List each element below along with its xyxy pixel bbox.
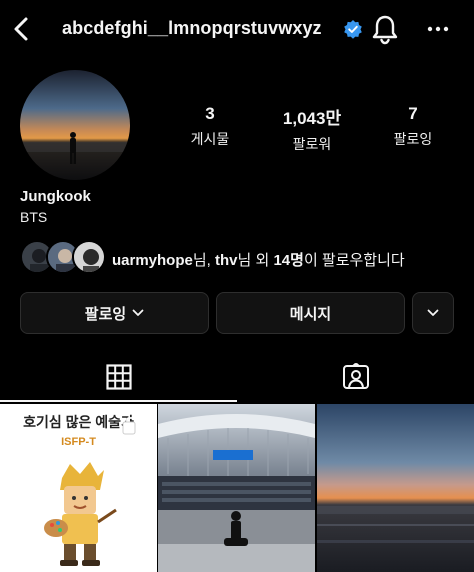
artist-character-illustration [44,462,117,566]
multi-photo-icon [122,417,140,435]
stat-posts[interactable]: 3 게시물 [162,104,258,149]
suggested-users-button[interactable] [412,292,454,334]
mutual-followers-avatars[interactable] [20,240,110,276]
followed-by-suffix: 이 팔로우합니다 [303,252,405,269]
verified-badge-icon [344,20,362,39]
followed-by-text[interactable]: uarmyhope님, thv님 외 14명이 팔로우합니다 [112,249,405,270]
stat-posts-count: 3 [205,104,215,123]
tab-grid[interactable] [0,352,237,402]
post-grid: 호기심 많은 예술가 ISFP-T [0,404,474,572]
stat-followers-count: 1,043만 [282,109,342,128]
stat-followers-label: 팔로워 [292,136,332,152]
back-arrow-icon[interactable] [8,14,34,44]
followed-by-separator: 님, [192,252,215,269]
more-options-icon[interactable] [424,17,452,41]
grid-icon [105,364,132,390]
stat-following[interactable]: 7 팔로잉 [365,104,461,149]
chevron-down-icon [427,309,439,316]
message-button[interactable]: 메시지 [216,292,405,334]
followed-by-separator: 님 외 [237,252,274,269]
profile-tabs [0,352,474,402]
post-thumbnail[interactable] [317,404,474,572]
profile-avatar[interactable] [20,70,130,180]
mutual-avatar [72,240,106,274]
post-subtitle-text: ISFP-T [61,436,96,448]
top-bar: abcdefghi__lmnopqrstuvwxyz [0,0,474,58]
profile-name: Jungkook [20,188,91,205]
mutual-user-link[interactable]: uarmyhope [112,252,193,269]
mutual-user-link[interactable]: thv [215,252,238,269]
tab-tagged[interactable] [237,352,474,402]
tagged-icon [342,363,369,389]
post-thumbnail[interactable] [158,404,315,572]
sunset-beach-photo [317,404,474,572]
following-button[interactable]: 팔로잉 [20,292,209,334]
following-button-label: 팔로잉 [84,305,127,323]
profile-bio: BTS [20,209,48,225]
active-tab-indicator [0,400,237,402]
stat-followers[interactable]: 1,043만 팔로워 [264,104,360,154]
post-thumbnail[interactable]: 호기심 많은 예술가 ISFP-T [0,404,157,572]
stat-following-label: 팔로잉 [393,131,433,147]
profile-username: abcdefghi__lmnopqrstuvwxyz [62,18,322,38]
stat-posts-label: 게시물 [190,131,230,147]
mutual-count: 14명 [273,252,304,269]
stat-following-count: 7 [408,104,418,123]
bell-icon[interactable] [370,13,400,45]
chevron-down-icon [132,309,144,316]
stadium-photo [158,404,315,572]
message-button-label: 메시지 [289,305,332,323]
